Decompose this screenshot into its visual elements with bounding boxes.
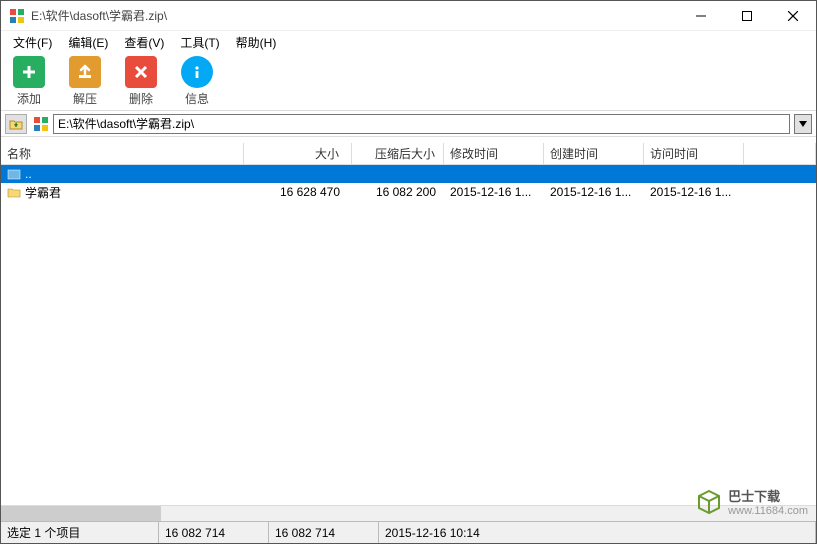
menubar: 文件(F) 编辑(E) 查看(V) 工具(T) 帮助(H) [1,31,816,53]
chevron-down-icon [799,121,807,127]
toolbar: 添加 解压 删除 信息 [1,53,816,111]
col-header-size[interactable]: 大小 [244,143,352,164]
column-headers: 名称 大小 压缩后大小 修改时间 创建时间 访问时间 [1,143,816,165]
file-name: .. [25,167,32,181]
minimize-button[interactable] [678,1,724,30]
archive-icon [33,116,49,132]
menu-view[interactable]: 查看(V) [116,32,172,53]
file-name: 学霸君 [25,184,61,201]
extract-label: 解压 [73,90,97,107]
app-icon [9,8,25,24]
cell-name: 学霸君 [1,184,244,201]
file-list[interactable]: ..学霸君16 628 47016 082 2002015-12-16 1...… [1,165,816,505]
menu-tools[interactable]: 工具(T) [172,32,227,53]
menu-file[interactable]: 文件(F) [5,32,60,53]
status-size2: 16 082 714 [269,522,379,543]
extract-icon [69,56,101,88]
delete-label: 删除 [129,90,153,107]
scrollbar-thumb[interactable] [1,506,161,521]
cell-ctime: 2015-12-16 1... [544,185,644,199]
up-button[interactable] [5,114,27,134]
cell-atime: 2015-12-16 1... [644,185,744,199]
maximize-button[interactable] [724,1,770,30]
info-icon [181,56,213,88]
add-icon [13,56,45,88]
cell-packed: 16 082 200 [352,185,444,199]
col-header-mtime[interactable]: 修改时间 [444,143,544,164]
cell-size: 16 628 470 [244,185,352,199]
address-dropdown[interactable] [794,114,812,134]
maximize-icon [742,11,752,21]
horizontal-scrollbar[interactable] [1,505,816,521]
info-button[interactable]: 信息 [177,54,217,109]
address-bar [1,111,816,137]
window-controls [678,1,816,30]
delete-icon [125,56,157,88]
cell-name: .. [1,167,244,181]
status-selection: 选定 1 个项目 [1,522,159,543]
extract-button[interactable]: 解压 [65,54,105,109]
table-row[interactable]: 学霸君16 628 47016 082 2002015-12-16 1...20… [1,183,816,201]
parent-folder-icon [7,168,21,180]
col-header-name[interactable]: 名称 [1,143,244,164]
titlebar[interactable]: E:\软件\dasoft\学霸君.zip\ [1,1,816,31]
col-header-ctime[interactable]: 创建时间 [544,143,644,164]
table-row[interactable]: .. [1,165,816,183]
col-header-packed[interactable]: 压缩后大小 [352,143,444,164]
close-icon [788,11,798,21]
delete-button[interactable]: 删除 [121,54,161,109]
status-time: 2015-12-16 10:14 [379,522,816,543]
address-input[interactable] [53,114,790,134]
up-folder-icon [9,118,23,130]
window-title: E:\软件\dasoft\学霸君.zip\ [31,7,678,24]
status-size1: 16 082 714 [159,522,269,543]
add-button[interactable]: 添加 [9,54,49,109]
cell-mtime: 2015-12-16 1... [444,185,544,199]
col-header-atime[interactable]: 访问时间 [644,143,744,164]
close-button[interactable] [770,1,816,30]
menu-help[interactable]: 帮助(H) [228,32,285,53]
app-window: E:\软件\dasoft\学霸君.zip\ 文件(F) 编辑(E) 查看(V) … [0,0,817,544]
menu-edit[interactable]: 编辑(E) [60,32,116,53]
statusbar: 选定 1 个项目 16 082 714 16 082 714 2015-12-1… [1,521,816,543]
col-header-extra[interactable] [744,143,816,164]
minimize-icon [696,11,706,21]
folder-icon [7,186,21,198]
add-label: 添加 [17,90,41,107]
info-label: 信息 [185,90,209,107]
